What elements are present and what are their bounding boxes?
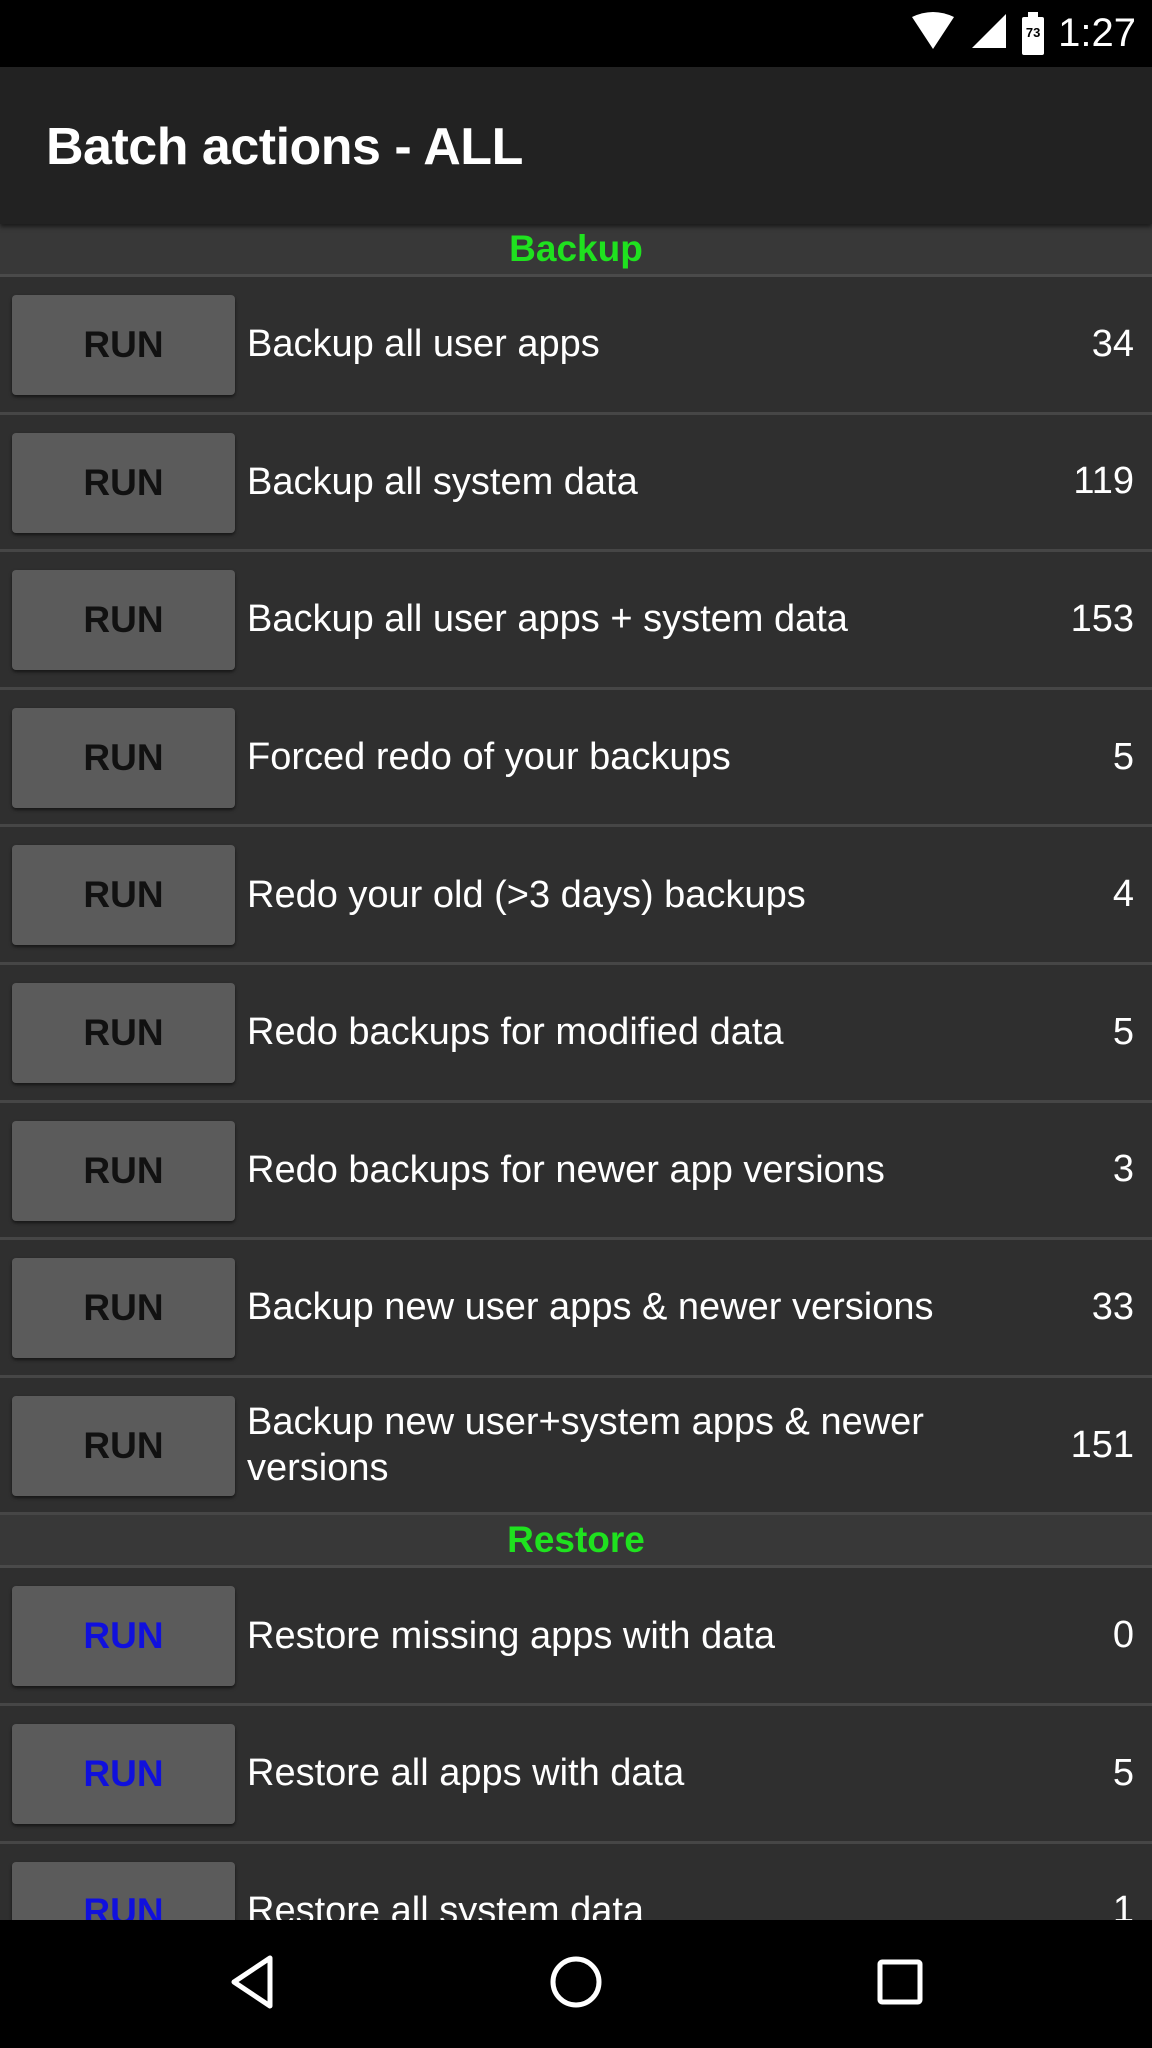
action-label: Forced redo of your backups [247, 736, 731, 779]
cell-signal-icon [970, 12, 1008, 55]
run-button[interactable]: RUN [12, 1258, 235, 1359]
action-label: Backup new user apps & newer versions [247, 1286, 934, 1329]
status-icons: 73 1:27 [910, 0, 1136, 67]
run-button[interactable]: RUN [12, 1586, 235, 1687]
list-item: RUN Restore all apps with data 5 [0, 1705, 1152, 1844]
run-button[interactable]: RUN [12, 1861, 235, 1920]
list-item: RUN Redo backups for modified data 5 [0, 964, 1152, 1103]
app-count: 33 [1091, 1285, 1134, 1328]
list-item: RUN Restore all system data 1 [0, 1843, 1152, 1920]
page-title: Batch actions - ALL [46, 118, 523, 176]
action-label: Redo backups for newer app versions [247, 1148, 885, 1191]
battery-icon: 73 [1022, 11, 1045, 55]
action-label: Redo backups for modified data [247, 1011, 784, 1054]
back-icon [228, 1954, 276, 2015]
list-item: RUN Redo your old (>3 days) backups 4 [0, 827, 1152, 965]
app-count: 1 [1112, 1889, 1134, 1920]
recents-button[interactable] [870, 1954, 930, 2014]
run-button[interactable]: RUN [12, 570, 235, 671]
action-label: Backup all user apps + system data [247, 598, 848, 641]
recents-icon [875, 1957, 925, 2012]
list-item: RUN Redo backups for newer app versions … [0, 1102, 1152, 1241]
action-label: Restore all apps with data [247, 1752, 685, 1795]
run-button[interactable]: RUN [12, 982, 235, 1083]
status-bar: 73 1:27 [0, 0, 1152, 67]
battery-level: 73 [1025, 24, 1041, 40]
list-item: RUN Backup all user apps 34 [0, 277, 1152, 415]
run-button[interactable]: RUN [12, 707, 235, 808]
run-button[interactable]: RUN [12, 1723, 235, 1824]
list-item: RUN Backup all user apps + system data 1… [0, 552, 1152, 690]
app-count: 5 [1112, 735, 1134, 778]
app-count: 153 [1070, 597, 1134, 640]
app-count: 4 [1112, 873, 1134, 916]
wifi-icon [910, 11, 956, 56]
run-button[interactable]: RUN [12, 432, 235, 533]
app-count: 5 [1112, 1010, 1134, 1053]
run-button[interactable]: RUN [12, 295, 235, 395]
home-button[interactable] [546, 1954, 606, 2014]
run-button[interactable]: RUN [12, 1120, 235, 1221]
action-label: Redo your old (>3 days) backups [247, 873, 806, 916]
list-item: RUN Backup all system data 119 [0, 414, 1152, 553]
run-button[interactable]: RUN [12, 1395, 235, 1496]
list-item: RUN Restore missing apps with data 0 [0, 1568, 1152, 1706]
action-label: Backup new user+system apps & newer vers… [247, 1401, 924, 1490]
section-header-restore: Restore [0, 1515, 1152, 1569]
app-count: 34 [1091, 322, 1134, 365]
app-count: 5 [1112, 1751, 1134, 1794]
app-count: 0 [1112, 1614, 1134, 1657]
action-label: Restore missing apps with data [247, 1614, 776, 1657]
navigation-bar [0, 1920, 1152, 2048]
list-item: RUN Forced redo of your backups 5 [0, 689, 1152, 828]
action-label: Backup all user apps [247, 323, 600, 366]
app-count: 3 [1112, 1148, 1134, 1191]
home-icon [548, 1954, 604, 2015]
run-button[interactable]: RUN [12, 845, 235, 946]
status-time: 1:27 [1058, 11, 1136, 55]
batch-actions-list[interactable]: Backup RUN Backup all user apps 34 RUN B… [0, 224, 1152, 1920]
app-count: 119 [1073, 460, 1134, 503]
list-item: RUN Backup new user+system apps & newer … [0, 1377, 1152, 1516]
app-count: 151 [1070, 1423, 1134, 1466]
action-label: Restore all system data [247, 1889, 645, 1920]
list-item: RUN Backup new user apps & newer version… [0, 1240, 1152, 1378]
section-header-backup: Backup [0, 224, 1152, 277]
action-label: Backup all system data [247, 460, 638, 503]
back-button[interactable] [222, 1954, 282, 2014]
app-bar: Batch actions - ALL [0, 67, 1152, 224]
